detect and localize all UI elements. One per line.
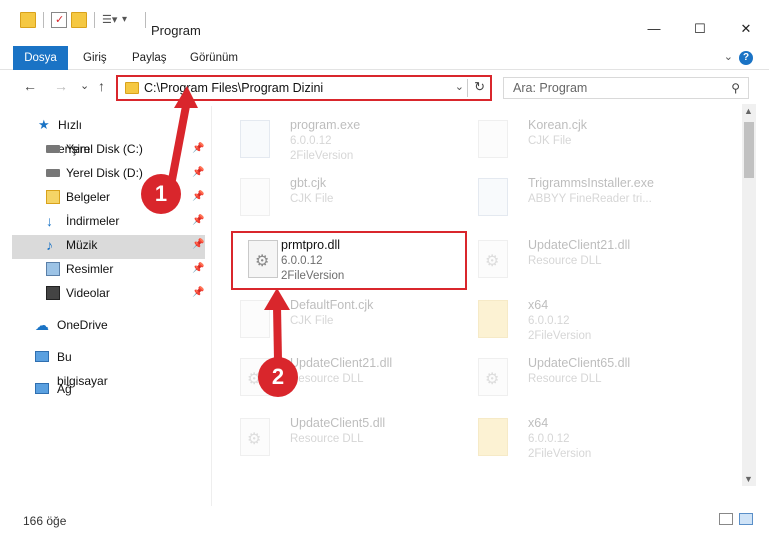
arrow-1-shaft <box>168 105 190 181</box>
arrow-2-shaft <box>273 305 282 361</box>
arrow-2-head <box>264 288 290 310</box>
arrow-1-head <box>174 86 198 108</box>
annotation-arrows <box>168 86 290 361</box>
step-2-badge: 2 <box>258 357 298 397</box>
step-1-badge: 1 <box>141 174 181 214</box>
